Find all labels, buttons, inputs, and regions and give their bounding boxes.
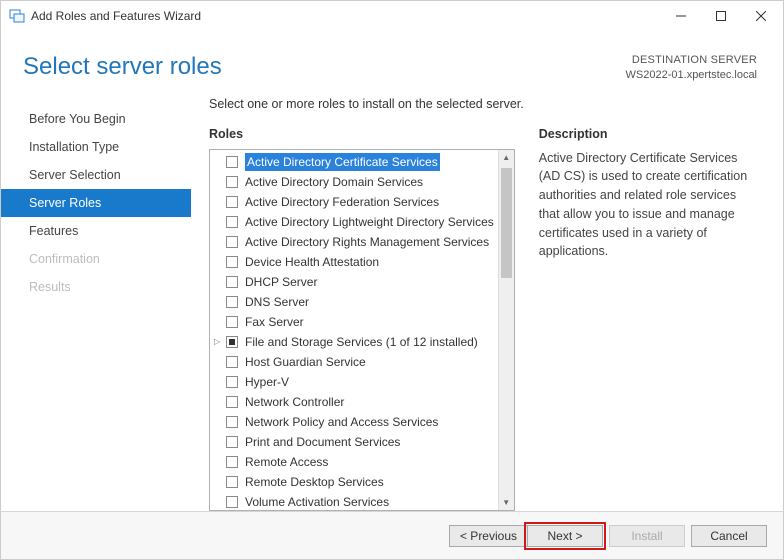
role-item[interactable]: Hyper-V	[210, 372, 498, 392]
role-label: Hyper-V	[245, 373, 289, 391]
role-label: Host Guardian Service	[245, 353, 366, 371]
scroll-down-icon[interactable]: ▼	[499, 494, 514, 510]
role-item[interactable]: Remote Desktop Services	[210, 472, 498, 492]
window-title: Add Roles and Features Wizard	[31, 9, 661, 23]
role-checkbox[interactable]	[226, 456, 238, 468]
content-area: Select one or more roles to install on t…	[191, 95, 783, 511]
role-checkbox[interactable]	[226, 296, 238, 308]
role-checkbox[interactable]	[226, 496, 238, 508]
role-item[interactable]: Active Directory Domain Services	[210, 172, 498, 192]
main-area: Before You BeginInstallation TypeServer …	[1, 91, 783, 511]
description-text: Active Directory Certificate Services (A…	[539, 149, 757, 262]
instruction-text: Select one or more roles to install on t…	[209, 95, 757, 127]
nav-step-features[interactable]: Features	[1, 217, 191, 245]
role-checkbox[interactable]	[226, 316, 238, 328]
role-checkbox[interactable]	[226, 156, 238, 168]
role-label: Fax Server	[245, 313, 304, 331]
roles-heading: Roles	[209, 127, 515, 141]
role-checkbox[interactable]	[226, 276, 238, 288]
role-item[interactable]: ▷ File and Storage Services (1 of 12 inst…	[210, 332, 498, 352]
nav-step-server-selection[interactable]: Server Selection	[1, 161, 191, 189]
scroll-thumb[interactable]	[501, 168, 512, 278]
role-checkbox[interactable]	[226, 336, 238, 348]
maximize-button[interactable]	[701, 2, 741, 30]
role-checkbox[interactable]	[226, 416, 238, 428]
role-item[interactable]: DNS Server	[210, 292, 498, 312]
roles-scrollbar[interactable]: ▲ ▼	[498, 150, 514, 510]
role-label: Active Directory Rights Management Servi…	[245, 233, 489, 251]
role-checkbox[interactable]	[226, 396, 238, 408]
footer: < Previous Next > Install Cancel	[1, 511, 783, 559]
nav-step-results: Results	[1, 273, 191, 301]
role-label: Remote Access	[245, 453, 328, 471]
roles-list-container: Active Directory Certificate Services Act…	[209, 149, 515, 511]
role-item[interactable]: Volume Activation Services	[210, 492, 498, 510]
close-button[interactable]	[741, 2, 781, 30]
page-title: Select server roles	[23, 53, 626, 81]
wizard-nav: Before You BeginInstallation TypeServer …	[1, 95, 191, 511]
role-label: Network Policy and Access Services	[245, 413, 438, 431]
nav-step-server-roles[interactable]: Server Roles	[1, 189, 191, 217]
role-item[interactable]: Device Health Attestation	[210, 252, 498, 272]
install-button: Install	[609, 525, 685, 547]
expander-icon[interactable]: ▷	[214, 336, 220, 348]
role-item[interactable]: Network Controller	[210, 392, 498, 412]
roles-panel: Roles Active Directory Certificate Servi…	[209, 127, 515, 511]
nav-step-confirmation: Confirmation	[1, 245, 191, 273]
role-item[interactable]: Active Directory Federation Services	[210, 192, 498, 212]
role-label: File and Storage Services (1 of 12 insta…	[245, 333, 478, 351]
role-checkbox[interactable]	[226, 176, 238, 188]
destination-label: DESTINATION SERVER	[626, 53, 757, 68]
previous-button[interactable]: < Previous	[449, 525, 527, 547]
role-label: Device Health Attestation	[245, 253, 379, 271]
description-panel: Description Active Directory Certificate…	[539, 127, 757, 511]
nav-button-group: < Previous Next >	[449, 525, 603, 547]
role-checkbox[interactable]	[226, 256, 238, 268]
role-label: Active Directory Domain Services	[245, 173, 423, 191]
role-item[interactable]: Print and Document Services	[210, 432, 498, 452]
nav-step-before-you-begin[interactable]: Before You Begin	[1, 105, 191, 133]
description-heading: Description	[539, 127, 757, 141]
role-item[interactable]: Active Directory Rights Management Servi…	[210, 232, 498, 252]
destination-info: DESTINATION SERVER WS2022-01.xpertstec.l…	[626, 53, 757, 83]
next-button[interactable]: Next >	[527, 525, 603, 547]
roles-list[interactable]: Active Directory Certificate Services Act…	[210, 150, 498, 510]
cancel-button[interactable]: Cancel	[691, 525, 767, 547]
role-item[interactable]: Fax Server	[210, 312, 498, 332]
role-label: Active Directory Certificate Services	[245, 153, 440, 171]
panels: Roles Active Directory Certificate Servi…	[209, 127, 757, 511]
role-label: DNS Server	[245, 293, 309, 311]
titlebar: Add Roles and Features Wizard	[1, 1, 783, 31]
role-checkbox[interactable]	[226, 216, 238, 228]
minimize-button[interactable]	[661, 2, 701, 30]
role-checkbox[interactable]	[226, 196, 238, 208]
role-item[interactable]: Active Directory Lightweight Directory S…	[210, 212, 498, 232]
role-label: Volume Activation Services	[245, 493, 389, 510]
role-item[interactable]: Host Guardian Service	[210, 352, 498, 372]
scroll-track[interactable]	[499, 166, 514, 494]
role-item[interactable]: Remote Access	[210, 452, 498, 472]
nav-step-installation-type[interactable]: Installation Type	[1, 133, 191, 161]
role-item[interactable]: DHCP Server	[210, 272, 498, 292]
role-checkbox[interactable]	[226, 436, 238, 448]
role-label: Active Directory Federation Services	[245, 193, 439, 211]
role-label: Print and Document Services	[245, 433, 400, 451]
role-checkbox[interactable]	[226, 356, 238, 368]
role-checkbox[interactable]	[226, 236, 238, 248]
role-checkbox[interactable]	[226, 376, 238, 388]
header: Select server roles DESTINATION SERVER W…	[1, 31, 783, 91]
destination-server: WS2022-01.xpertstec.local	[626, 68, 757, 83]
role-item[interactable]: Active Directory Certificate Services	[210, 152, 498, 172]
scroll-up-icon[interactable]: ▲	[499, 150, 514, 166]
role-label: Remote Desktop Services	[245, 473, 384, 491]
role-label: DHCP Server	[245, 273, 317, 291]
role-item[interactable]: Network Policy and Access Services	[210, 412, 498, 432]
role-label: Active Directory Lightweight Directory S…	[245, 213, 494, 231]
role-checkbox[interactable]	[226, 476, 238, 488]
role-label: Network Controller	[245, 393, 344, 411]
app-icon	[9, 8, 25, 24]
